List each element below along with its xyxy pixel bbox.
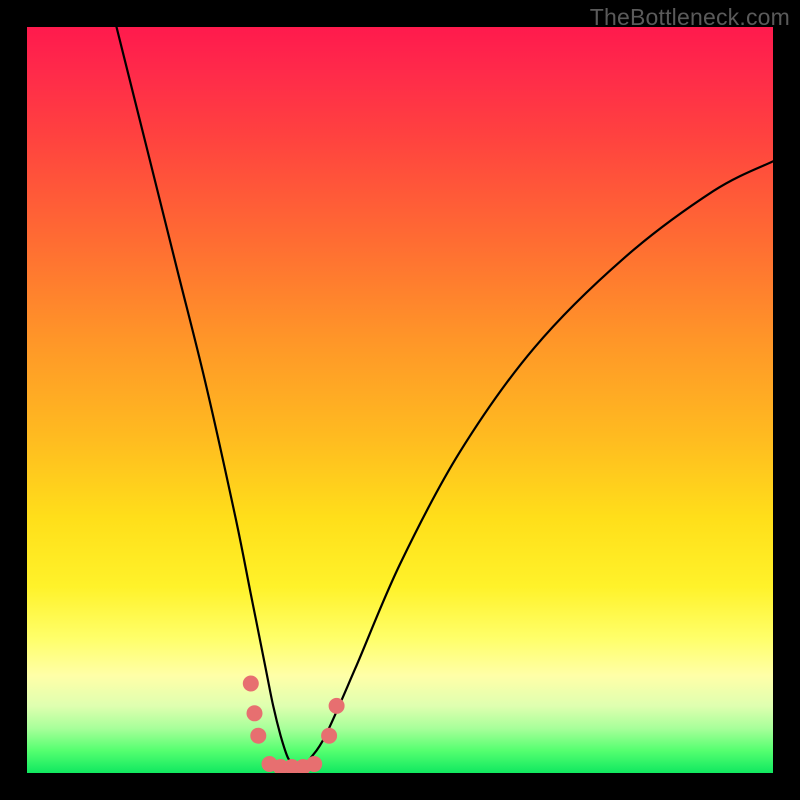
curve-marker: [247, 705, 263, 721]
curve-markers: [243, 676, 345, 774]
curve-marker: [321, 728, 337, 744]
chart-frame: TheBottleneck.com: [0, 0, 800, 800]
curve-marker: [243, 676, 259, 692]
plot-area: [27, 27, 773, 773]
curve-marker: [329, 698, 345, 714]
bottleneck-curve: [117, 27, 774, 766]
curve-marker: [250, 728, 266, 744]
curve-marker: [306, 756, 322, 772]
curve-svg: [27, 27, 773, 773]
